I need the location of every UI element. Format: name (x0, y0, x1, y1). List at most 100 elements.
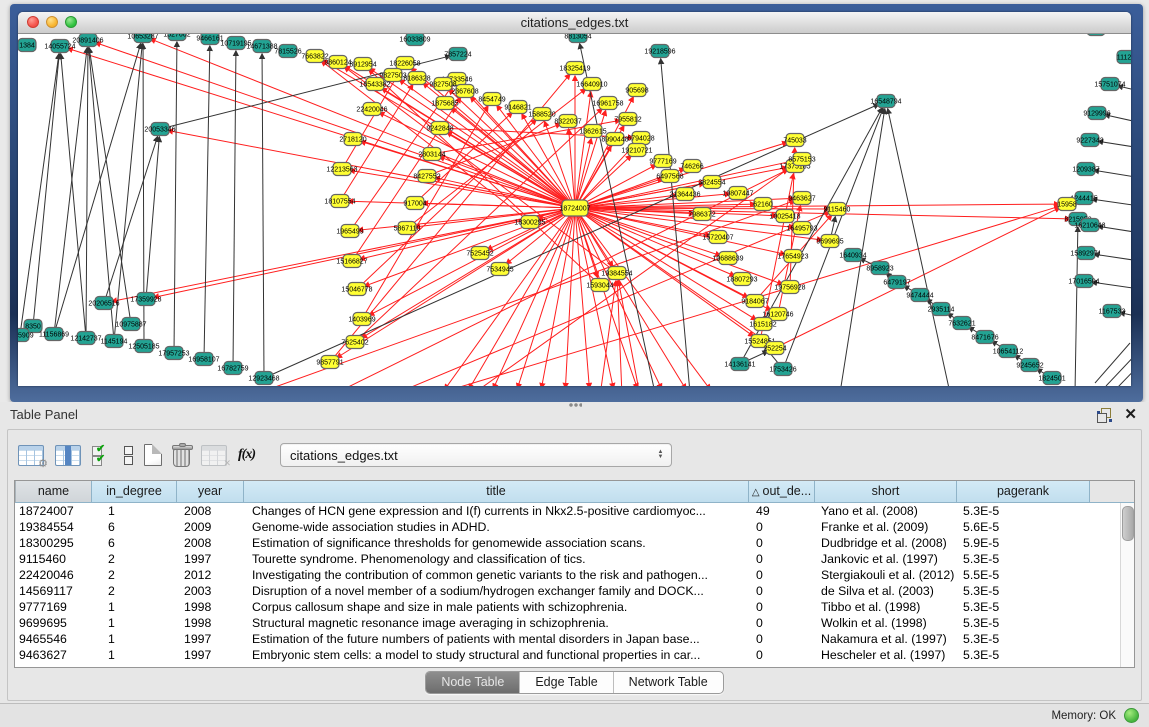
graph-edge[interactable] (1092, 199, 1131, 209)
table-cell[interactable]: 5.3E-5 (957, 599, 1090, 615)
table-cell[interactable]: 0 (749, 567, 815, 583)
graph-node[interactable]: 1753426 (769, 363, 796, 376)
column-header-pagerank[interactable]: pagerank (957, 481, 1090, 503)
table-cell[interactable]: 22420046 (15, 567, 92, 583)
table-cell[interactable]: 6 (92, 535, 177, 551)
create-column-button[interactable] (144, 444, 162, 466)
graph-node[interactable]: 17957253 (158, 347, 189, 360)
column-header-year[interactable]: year (177, 481, 244, 503)
graph-node[interactable]: 8322037 (554, 115, 581, 128)
float-window-icon[interactable] (1097, 408, 1112, 422)
graph-node[interactable]: 10025418 (769, 210, 800, 223)
graph-node[interactable]: 10653287 (127, 34, 158, 43)
graph-node[interactable]: 18300295 (514, 216, 545, 229)
column-visibility-button[interactable] (55, 445, 81, 466)
table-cell[interactable]: 18300295 (15, 535, 92, 551)
graph-node[interactable]: 6794028 (627, 132, 654, 145)
table-cell[interactable]: 9115460 (15, 551, 92, 567)
table-cell[interactable]: Tibbo et al. (1998) (815, 599, 957, 615)
graph-node[interactable]: 8427552 (413, 170, 440, 183)
graph-node[interactable]: 12142737 (70, 332, 101, 345)
graph-node[interactable]: 3824554 (698, 176, 725, 189)
table-cell[interactable]: 2008 (177, 503, 244, 519)
graph-node[interactable]: 15166827 (336, 255, 367, 268)
graph-node[interactable]: 10548 (1086, 34, 1106, 36)
graph-node[interactable]: 18107554 (324, 195, 355, 208)
graph-node[interactable]: 1527602 (163, 34, 190, 41)
table-cell[interactable]: Corpus callosum shape and size in male p… (244, 599, 749, 615)
graph-node[interactable]: 7815526 (274, 45, 301, 58)
delete-column-button[interactable] (173, 445, 190, 466)
merge-tables-button[interactable] (123, 446, 133, 465)
graph-node[interactable]: 7534945 (486, 263, 513, 276)
graph-node[interactable]: 20053346 (144, 123, 175, 136)
graph-node[interactable]: 7857224 (444, 48, 471, 61)
graph-edge[interactable] (54, 44, 141, 334)
graph-node[interactable]: 8454749 (478, 93, 505, 106)
graph-node[interactable]: 7625402 (341, 336, 368, 349)
table-cell[interactable]: 5.3E-5 (957, 583, 1090, 599)
graph-node[interactable]: 252254 (763, 342, 786, 355)
graph-node[interactable]: 7632621 (948, 317, 975, 330)
graph-edge[interactable] (33, 54, 59, 326)
graph-node[interactable]: 1965499 (336, 225, 363, 238)
citation-graph[interactable]: 1384140557242089140610653287152760294661… (18, 34, 1131, 386)
table-row[interactable]: 2242004622012Investigating the contribut… (15, 567, 1121, 583)
table-cell[interactable]: Disruption of a novel member of a sodium… (244, 583, 749, 599)
graph-edge[interactable] (575, 208, 589, 386)
graph-node[interactable]: 18226058 (389, 57, 420, 70)
tab-network-table[interactable]: Network Table (613, 672, 723, 693)
table-cell[interactable]: 0 (749, 551, 815, 567)
table-cell[interactable]: 2 (92, 583, 177, 599)
table-cell[interactable]: 2008 (177, 535, 244, 551)
table-cell[interactable]: 2012 (177, 567, 244, 583)
table-cell[interactable]: Yano et al. (2008) (815, 503, 957, 519)
table-cell[interactable]: 6 (92, 519, 177, 535)
graph-node[interactable]: 905698 (625, 84, 648, 97)
table-cell[interactable]: 2009 (177, 519, 244, 535)
graph-edge[interactable] (174, 42, 177, 353)
table-cell[interactable]: 1 (92, 647, 177, 663)
table-cell[interactable]: 19384554 (15, 519, 92, 535)
graph-node[interactable]: 9245652 (1016, 359, 1043, 372)
table-cell[interactable]: 5.3E-5 (957, 647, 1090, 663)
graph-edge[interactable] (575, 208, 686, 386)
graph-node[interactable]: 6479197 (883, 276, 910, 289)
graph-node[interactable]: 18724007 (559, 200, 590, 216)
graph-node[interactable]: 7955812 (614, 113, 641, 126)
table-cell[interactable]: 0 (749, 647, 815, 663)
table-cell[interactable]: 0 (749, 519, 815, 535)
graph-node[interactable]: 22420046 (356, 103, 387, 116)
graph-edge[interactable] (146, 137, 159, 299)
graph-node[interactable]: 917004 (403, 197, 426, 210)
close-panel-icon[interactable]: ✕ (1124, 408, 1137, 422)
graph-edge[interactable] (888, 109, 950, 386)
graph-node[interactable]: 10975887 (115, 318, 146, 331)
column-header-in_degree[interactable]: in_degree (92, 481, 177, 503)
table-row[interactable]: 946554611997Estimation of the future num… (15, 631, 1121, 647)
graph-node[interactable]: 20891406 (72, 34, 103, 47)
table-cell[interactable]: 0 (749, 599, 815, 615)
graph-node[interactable]: 6497568 (656, 170, 683, 183)
graph-node[interactable]: 9699695 (816, 235, 843, 248)
graph-node[interactable]: 9129996 (1083, 107, 1110, 120)
table-cell[interactable]: Tourette syndrome. Phenomenology and cla… (244, 551, 749, 567)
graph-node[interactable]: 746266 (680, 160, 703, 173)
zoom-window-icon[interactable] (65, 16, 77, 28)
row-selection-button[interactable]: ✔✔ (92, 445, 112, 465)
graph-node[interactable]: 2803144 (418, 148, 445, 161)
graph-node[interactable]: 15892971 (1070, 247, 1101, 260)
graph-node[interactable]: 15751074 (1094, 78, 1125, 91)
table-cell[interactable]: Estimation of the future numbers of pati… (244, 631, 749, 647)
graph-edge[interactable] (600, 281, 616, 386)
graph-node[interactable]: 16782759 (217, 362, 248, 375)
table-cell[interactable]: 1 (92, 503, 177, 519)
table-cell[interactable]: Dudbridge et al. (2008) (815, 535, 957, 551)
graph-node[interactable]: 8186328 (403, 72, 430, 85)
graph-edge[interactable] (840, 109, 885, 386)
table-cell[interactable]: 5.3E-5 (957, 503, 1090, 519)
table-row[interactable]: 977716911998Corpus callosum shape and si… (15, 599, 1121, 615)
table-cell[interactable]: Stergiakouli et al. (2012) (815, 567, 957, 583)
table-row[interactable]: 911546021997Tourette syndrome. Phenomeno… (15, 551, 1121, 567)
graph-node[interactable]: 8813054 (564, 34, 591, 43)
